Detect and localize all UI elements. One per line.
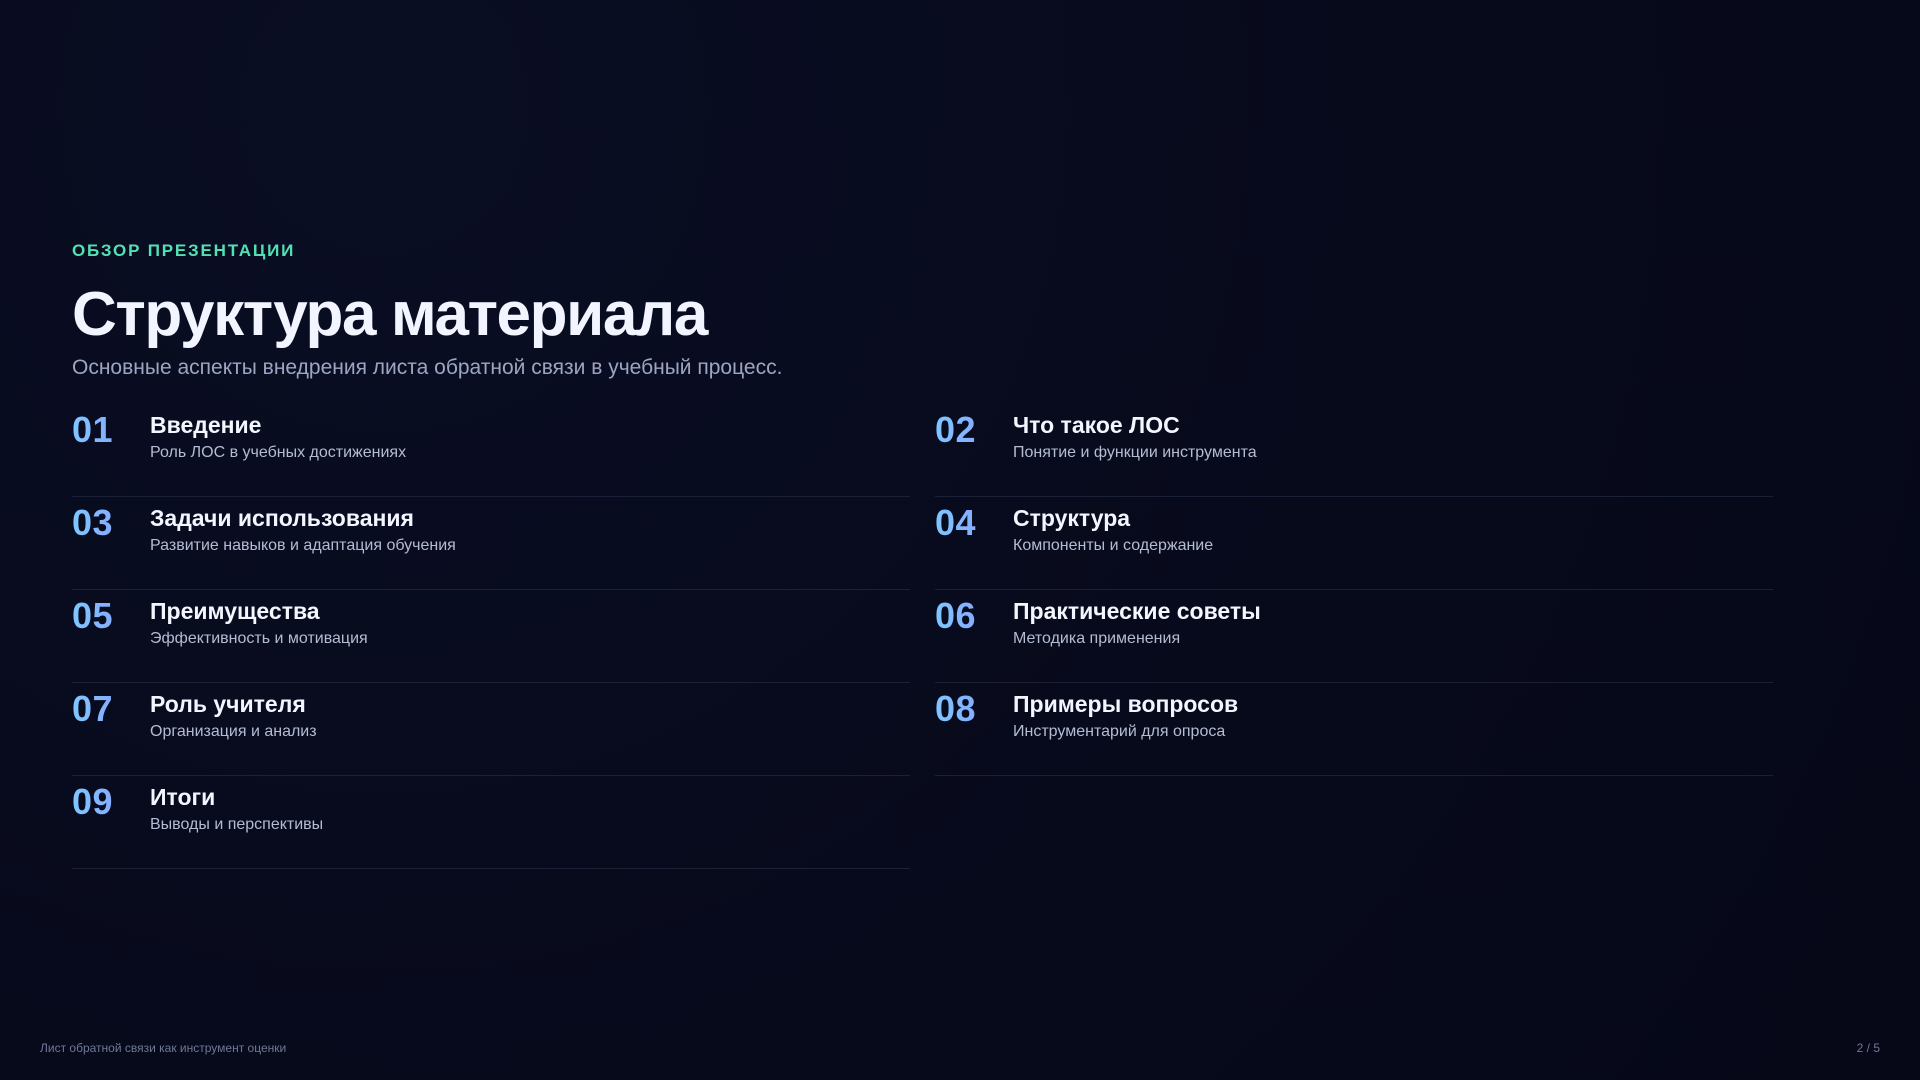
agenda-item-title: Преимущества: [150, 598, 320, 624]
presentation-slide: ОБЗОР ПРЕЗЕНТАЦИИ Структура материала Ос…: [0, 0, 1920, 1080]
agenda-item-description: Организация и анализ: [150, 723, 317, 740]
agenda-item-description: Роль ЛОС в учебных достижениях: [150, 444, 407, 461]
agenda-item-summary: 09 Итоги Выводы и перспективы: [72, 776, 910, 869]
page-title: Структура материала: [72, 280, 708, 349]
agenda-item-text: Структура Компоненты и содержание: [1013, 503, 1213, 557]
agenda-item-text: Роль учителя Организация и анализ: [150, 689, 317, 743]
page-subtitle: Основные аспекты внедрения листа обратно…: [72, 356, 783, 379]
section-eyebrow: ОБЗОР ПРЕЗЕНТАЦИИ: [72, 241, 296, 260]
agenda-item-title: Итоги: [150, 784, 216, 810]
agenda-item-text: Итоги Выводы и перспективы: [150, 782, 323, 836]
agenda-item-structure: 04 Структура Компоненты и содержание: [935, 497, 1773, 590]
agenda-item-number: 03: [72, 503, 150, 543]
agenda-item-teacher-role: 07 Роль учителя Организация и анализ: [72, 683, 910, 776]
agenda-item-description: Развитие навыков и адаптация обучения: [150, 537, 456, 554]
agenda-item-text: Преимущества Эффективность и мотивация: [150, 596, 368, 650]
slide-page-indicator: 2 / 5: [1856, 1041, 1880, 1055]
agenda-item-question-examples: 08 Примеры вопросов Инструментарий для о…: [935, 683, 1773, 776]
agenda-item-title: Структура: [1013, 505, 1131, 531]
agenda-item-number: 02: [935, 410, 1013, 450]
presentation-title-footer: Лист обратной связи как инструмент оценк…: [40, 1041, 287, 1055]
agenda-item-title: Что такое ЛОС: [1013, 412, 1180, 438]
agenda-item-number: 01: [72, 410, 150, 450]
agenda-item-introduction: 01 Введение Роль ЛОС в учебных достижени…: [72, 404, 910, 497]
agenda-item-text: Введение Роль ЛОС в учебных достижениях: [150, 410, 406, 464]
agenda-item-title: Примеры вопросов: [1013, 691, 1239, 717]
agenda-item-text: Что такое ЛОС Понятие и функции инструме…: [1013, 410, 1257, 464]
agenda-item-description: Эффективность и мотивация: [150, 630, 368, 647]
agenda-item-title: Задачи использования: [150, 505, 414, 531]
agenda-item-description: Методика применения: [1013, 630, 1181, 647]
agenda-item-number: 07: [72, 689, 150, 729]
agenda-item-title: Практические советы: [1013, 598, 1261, 624]
agenda-item-text: Задачи использования Развитие навыков и …: [150, 503, 456, 557]
slide-header: ОБЗОР ПРЕЗЕНТАЦИИ Структура материала Ос…: [72, 240, 1772, 382]
agenda-item-title: Введение: [150, 412, 262, 438]
agenda-item-number: 04: [935, 503, 1013, 543]
agenda-item-description: Понятие и функции инструмента: [1013, 444, 1257, 461]
agenda-list: 01 Введение Роль ЛОС в учебных достижени…: [72, 404, 1773, 869]
agenda-item-number: 05: [72, 596, 150, 636]
agenda-item-text: Практические советы Методика применения: [1013, 596, 1261, 650]
agenda-item-practical-tips: 06 Практические советы Методика применен…: [935, 590, 1773, 683]
agenda-item-description: Выводы и перспективы: [150, 816, 324, 833]
agenda-item-number: 09: [72, 782, 150, 822]
agenda-item-title: Роль учителя: [150, 691, 306, 717]
agenda-item-what-is-los: 02 Что такое ЛОС Понятие и функции инстр…: [935, 404, 1773, 497]
agenda-item-text: Примеры вопросов Инструментарий для опро…: [1013, 689, 1238, 743]
agenda-item-number: 08: [935, 689, 1013, 729]
agenda-item-number: 06: [935, 596, 1013, 636]
agenda-item-advantages: 05 Преимущества Эффективность и мотиваци…: [72, 590, 910, 683]
agenda-item-usage-goals: 03 Задачи использования Развитие навыков…: [72, 497, 910, 590]
agenda-item-description: Компоненты и содержание: [1013, 537, 1214, 554]
agenda-item-description: Инструментарий для опроса: [1013, 723, 1226, 740]
